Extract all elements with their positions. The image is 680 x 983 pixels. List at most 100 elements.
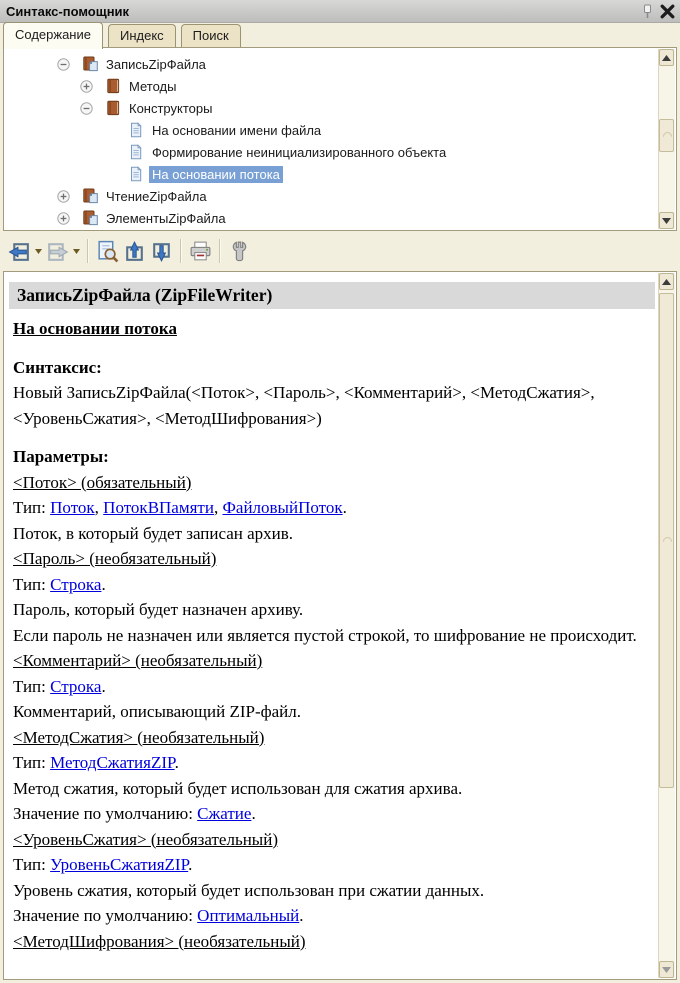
tree-item[interactable]: ЗаписьZipФайла <box>4 53 659 75</box>
tree-scroll-up-icon[interactable] <box>659 49 674 66</box>
forward-button[interactable] <box>44 238 71 265</box>
tree-item[interactable]: На основании имени файла <box>4 119 659 141</box>
tree-scroll-down-icon[interactable] <box>659 212 674 229</box>
text-run: . <box>188 855 193 874</box>
type-link[interactable]: МетодСжатияZIP <box>50 753 174 772</box>
next-topic-button[interactable] <box>148 238 175 265</box>
expander-plus-icon[interactable] <box>57 211 82 225</box>
document-icon <box>128 166 149 182</box>
tree-item-label: На основании потока <box>149 165 283 183</box>
content-scrollbar[interactable] <box>658 273 675 978</box>
book-with-page-icon <box>82 188 103 204</box>
pin-icon[interactable] <box>643 4 652 19</box>
param-heading: <Пароль> (необязательный) <box>13 546 645 572</box>
back-button-dropdown-icon[interactable] <box>33 238 44 265</box>
toolbar-separator <box>219 239 221 263</box>
text-run: Тип: <box>13 574 51 594</box>
type-link[interactable]: Поток <box>50 498 95 517</box>
tree-item[interactable]: Формирование неинициализированного объек… <box>4 141 659 163</box>
tree-item[interactable]: Методы <box>4 75 659 97</box>
param-heading: <Поток> (обязательный) <box>13 470 645 496</box>
tab-contents[interactable]: Содержание <box>3 22 103 49</box>
back-button[interactable] <box>6 238 33 265</box>
section-heading: Синтаксис: <box>13 355 645 381</box>
tree-scrollbar[interactable] <box>658 49 675 229</box>
tree-scrollbar-thumb[interactable] <box>659 119 674 152</box>
text-run: Тип: <box>13 498 51 517</box>
content-paragraph: Уровень сжатия, который будет использова… <box>13 878 645 904</box>
text-run: Пароль, который будет назначен архиву. <box>13 600 304 619</box>
text-run: , <box>94 498 104 517</box>
content-paragraph: Новый ЗаписьZipФайла(<Поток>, <Пароль>, … <box>13 380 645 431</box>
text-run: Тип: <box>13 855 51 874</box>
contents-tree-panel: ЗаписьZipФайла Методы Конструкторы На основ… <box>3 47 677 231</box>
text-run: Новый ЗаписьZipФайла(<Поток>, <Пароль>, … <box>13 383 595 428</box>
text-run: Если пароль не назначен или является пус… <box>13 625 637 645</box>
content-paragraph: Тип: МетодСжатияZIP. <box>13 750 645 776</box>
expander-plus-icon[interactable] <box>80 79 105 93</box>
topic-title: На основании потока <box>13 316 645 342</box>
text-run: Значение по умолчанию: <box>13 804 198 823</box>
content-paragraph: Комментарий, описывающий ZIP-файл. <box>13 699 645 725</box>
content-paragraph: Метод сжатия, который будет использован … <box>13 776 645 802</box>
previous-topic-button[interactable] <box>121 238 148 265</box>
content-scrollbar-thumb[interactable] <box>659 293 674 788</box>
text-run: Уровень сжатия, который будет использова… <box>13 880 485 900</box>
find-in-contents-button[interactable] <box>94 238 121 265</box>
param-heading: <УровеньСжатия> (необязательный) <box>13 827 645 853</box>
settings-button[interactable] <box>226 238 253 265</box>
tree-item-label: ЧтениеZipФайла <box>106 188 207 204</box>
tab-index[interactable]: Индекс <box>107 24 176 47</box>
type-link[interactable]: Строка <box>50 575 101 594</box>
text-run: Параметры: <box>13 447 109 466</box>
tree-item[interactable]: Конструкторы <box>4 97 659 119</box>
help-content: ЗаписьZipФайла (ZipFileWriter) На основа… <box>4 272 659 979</box>
type-link[interactable]: УровеньСжатияZIP <box>50 855 188 874</box>
print-button[interactable] <box>187 238 214 265</box>
tree-item[interactable]: ЭлементыZipФайла <box>4 207 659 229</box>
expander-minus-icon[interactable] <box>80 101 105 115</box>
content-body: На основании потока Синтаксис: Новый Запис… <box>4 316 659 954</box>
forward-button-dropdown-icon[interactable] <box>71 238 82 265</box>
toolbar <box>0 233 680 269</box>
text-run: На основании потока <box>13 319 177 338</box>
type-link[interactable]: Строка <box>50 677 101 696</box>
text-run: <Пароль> (необязательный) <box>13 549 217 568</box>
tree-item-label: Формирование неинициализированного объек… <box>152 144 447 160</box>
type-link[interactable]: ПотокВПамяти <box>103 498 214 517</box>
book-with-page-icon <box>82 210 103 226</box>
text-run: <Поток> (обязательный) <box>13 472 192 492</box>
type-link[interactable]: Сжатие <box>197 804 251 823</box>
content-paragraph: Значение по умолчанию: Сжатие. <box>13 801 645 827</box>
titlebar: Синтакс-помощник <box>0 0 680 23</box>
content-header: ЗаписьZipФайла (ZipFileWriter) <box>9 282 655 309</box>
text-run: <УровеньСжатия> (необязательный) <box>13 829 278 849</box>
text-run: . <box>342 498 347 517</box>
window-title: Синтакс-помощник <box>6 3 130 19</box>
content-paragraph: Пароль, который будет назначен архиву. <box>13 597 645 623</box>
expander-minus-icon[interactable] <box>57 57 82 71</box>
content-scroll-down-icon[interactable] <box>659 961 674 978</box>
text-run: Комментарий, описывающий ZIP-файл. <box>13 702 302 721</box>
text-run: Значение по умолчанию: <box>13 906 198 925</box>
tab-search[interactable]: Поиск <box>180 24 241 47</box>
type-link[interactable]: Оптимальный <box>197 906 299 925</box>
syntax-helper-window: Синтакс-помощник Содержание Индекс Поиск З… <box>0 0 680 983</box>
expander-plus-icon[interactable] <box>57 189 82 203</box>
close-icon[interactable] <box>659 3 676 20</box>
section-heading: Параметры: <box>13 444 645 470</box>
content-paragraph: Тип: Строка. <box>13 674 645 700</box>
tree-item[interactable]: На основании потока <box>4 163 659 185</box>
text-run: . <box>251 804 256 823</box>
book-with-page-icon <box>82 56 103 72</box>
text-run: . <box>299 906 304 925</box>
tree-item-label: ЭлементыZipФайла <box>106 210 226 226</box>
tree-item[interactable]: ЧтениеZipФайла <box>4 185 659 207</box>
content-paragraph: Тип: УровеньСжатияZIP. <box>13 852 645 878</box>
text-run: . <box>101 676 106 696</box>
content-scroll-up-icon[interactable] <box>659 273 674 290</box>
content-paragraph: Поток, в который будет записан архив. <box>13 521 645 547</box>
tree-item-label: На основании имени файла <box>152 122 322 138</box>
type-link[interactable]: ФайловыйПоток <box>222 498 342 517</box>
content-paragraph: Тип: Строка. <box>13 572 645 598</box>
